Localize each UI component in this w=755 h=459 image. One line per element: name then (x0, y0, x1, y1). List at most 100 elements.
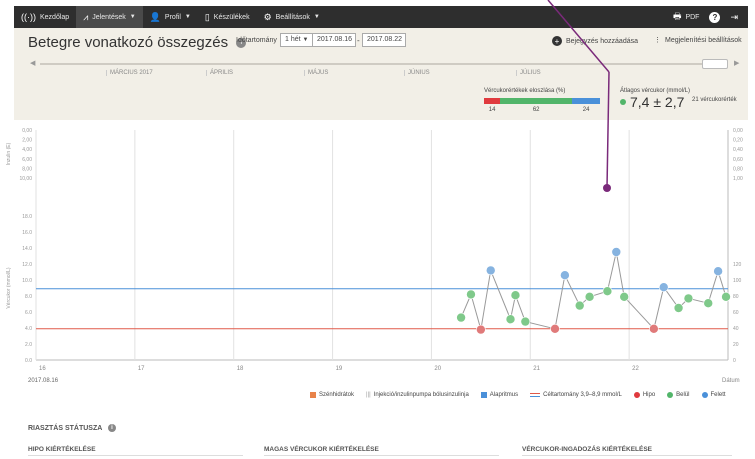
glucose-series-line (460, 251, 727, 330)
timeline-track (40, 63, 728, 65)
arrow-left-icon[interactable]: ◀ (30, 59, 35, 67)
legend-item: Belül (667, 392, 690, 398)
date-to-field[interactable]: 2017.08.22 (362, 33, 406, 47)
pdf-button[interactable]: 🖶 PDF (673, 6, 700, 28)
chevron-down-icon: ▼ (184, 14, 191, 20)
insulin-tick-label: 6,00 (22, 157, 32, 163)
average-value: 7,4 ± 2,7 (630, 94, 685, 110)
distribution-value: 14 (488, 107, 496, 113)
summary-header: Betegre vonatkozó összegzés i Időtartomá… (14, 28, 748, 120)
signal-icon: ((·)) (21, 12, 36, 22)
chart-icon: ⩘ (83, 11, 89, 22)
nav-reports[interactable]: ⩘ Jelentések ▼ (76, 6, 143, 28)
distribution-segment (484, 98, 501, 104)
right-upper-tick-label: 0,00 (733, 128, 743, 134)
timeline-month: JÚNIUS (404, 70, 430, 76)
glucose-tick-label: 2.0 (25, 342, 32, 348)
right-lower-tick-label: 60 (733, 310, 739, 316)
nav-home-label: Kezdőlap (40, 13, 70, 21)
glucose-point-in (703, 298, 714, 308)
chevron-down-icon: ▼ (129, 14, 136, 20)
legend-item: Szénhidrátok (310, 392, 354, 398)
x-tick-label: 21 (533, 366, 540, 372)
legend-dot-icon (633, 392, 640, 398)
print-icon: 🖶 (672, 11, 682, 21)
x-start-date: 2017.08.16 (28, 378, 59, 384)
chevron-down-icon: ▼ (302, 37, 309, 43)
nav-devices[interactable]: ▯ Készülékek (198, 6, 257, 28)
x-tick-label: 17 (138, 366, 145, 372)
nav-profile[interactable]: 👤 Profil ▼ (143, 6, 198, 28)
legend-label: Céltartomány 3,9–8,9 mmol/L (543, 392, 622, 398)
distribution-value: 24 (582, 107, 590, 113)
page-title: Betegre vonatkozó összegzés i (28, 34, 247, 51)
glucose-point-hypo (550, 324, 560, 334)
range-select-value: 1 hét (285, 36, 301, 43)
glucose-point-in (584, 292, 595, 302)
legend-dot-icon (701, 392, 708, 398)
timeline-slider[interactable]: ◀ ▶ (30, 59, 740, 69)
pdf-label: PDF (685, 13, 700, 21)
glucose-point-in (721, 292, 731, 302)
timeline-month: ÁPRILIS (206, 70, 233, 76)
right-lower-tick-label: 40 (733, 326, 739, 332)
distribution-segment (500, 98, 573, 104)
insulin-tick-label: 8,00 (22, 166, 32, 172)
insulin-axis-title: Inzulin (E) (6, 142, 12, 165)
range-label: Időtartomány (236, 37, 277, 44)
right-upper-tick-label: 1,00 (733, 176, 743, 182)
nav-settings[interactable]: ⚙ Beállítások ▼ (257, 6, 327, 28)
distribution-label: Vércukorértékek eloszlása (%) (484, 88, 566, 94)
legend-label: Belül (676, 392, 690, 398)
in-range-dot-icon (620, 99, 626, 105)
range-select[interactable]: 1 hét ▼ (280, 33, 315, 47)
glucose-axis-title: Vércukor (mmol/L) (6, 267, 12, 308)
device-icon: ▯ (204, 11, 210, 22)
legend-item: ||| Injekció/inzulinpumpa bólusinzulinja (366, 392, 469, 398)
insulin-tick-label: 2,00 (22, 138, 32, 144)
nav-settings-label: Beállítások (275, 13, 310, 21)
reading-count: 21 vércukorérték (692, 97, 737, 103)
glucose-point-in (520, 316, 531, 327)
distribution-bar (484, 98, 600, 104)
glucose-chart: 16 17 18 19 20 21 22 2017.08.16 Dátum 0,00 2,00 4,0… (6, 128, 743, 384)
x-axis-title: Dátum (722, 378, 740, 384)
timeline-thumb[interactable] (702, 59, 728, 69)
glucose-tick-label: 18.0 (22, 214, 32, 220)
glucose-tick-label: 10.0 (22, 278, 32, 284)
legend-label: Szénhidrátok (319, 392, 355, 398)
glucose-tick-label: 6.0 (25, 310, 32, 316)
nav-home[interactable]: ((·)) Kezdőlap (14, 6, 76, 28)
glucose-point-in (510, 290, 521, 300)
timeline-month: MÁJUS (304, 70, 328, 76)
glucose-tick-label: 14.0 (22, 246, 32, 252)
glucose-point-hypo (649, 324, 659, 334)
add-entry-button[interactable]: + Bejegyzés hozzáadása (552, 36, 638, 46)
display-settings-button[interactable]: ⋮ Megjelenítési beállítások (654, 36, 742, 45)
x-tick-label: 22 (632, 366, 639, 372)
arrow-right-icon[interactable]: ▶ (734, 59, 739, 67)
top-navigation: ((·)) Kezdőlap ⩘ Jelentések ▼ 👤 Profil ▼… (14, 6, 748, 28)
glucose-point-in (456, 312, 466, 323)
info-icon[interactable]: i (107, 424, 116, 432)
glucose-point-high (560, 270, 570, 280)
chart-legend: Szénhidrátok ||| Injekció/inzulinpumpa ból… (310, 392, 726, 398)
variation-evaluation-heading: VÉRCUKOR-INGADOZÁS KIÉRTÉKELÉSE (522, 446, 732, 456)
user-icon: 👤 (149, 11, 161, 22)
alert-status-title: RIASZTÁS STÁTUSZA i (28, 424, 116, 432)
target-range-icon (530, 393, 541, 397)
add-entry-label: Bejegyzés hozzáadása (566, 37, 638, 45)
alert-status-label: RIASZTÁS STÁTUSZA (28, 424, 103, 432)
legend-item: Céltartomány 3,9–8,9 mmol/L (530, 392, 622, 398)
nav-devices-label: Készülékek (213, 13, 250, 21)
logout-icon[interactable]: ⇥ (730, 12, 738, 23)
date-from-field[interactable]: 2017.08.16 (312, 33, 356, 47)
glucose-point-in (673, 303, 684, 313)
insulin-tick-label: 4,00 (22, 147, 32, 153)
insulin-tick-label: 10,00 (19, 176, 32, 182)
glucose-point-high (611, 247, 622, 257)
legend-square-icon (310, 392, 316, 398)
gear-icon: ⚙ (263, 11, 272, 22)
glucose-tick-label: 8.0 (25, 294, 32, 300)
help-icon[interactable]: ? (709, 11, 721, 23)
